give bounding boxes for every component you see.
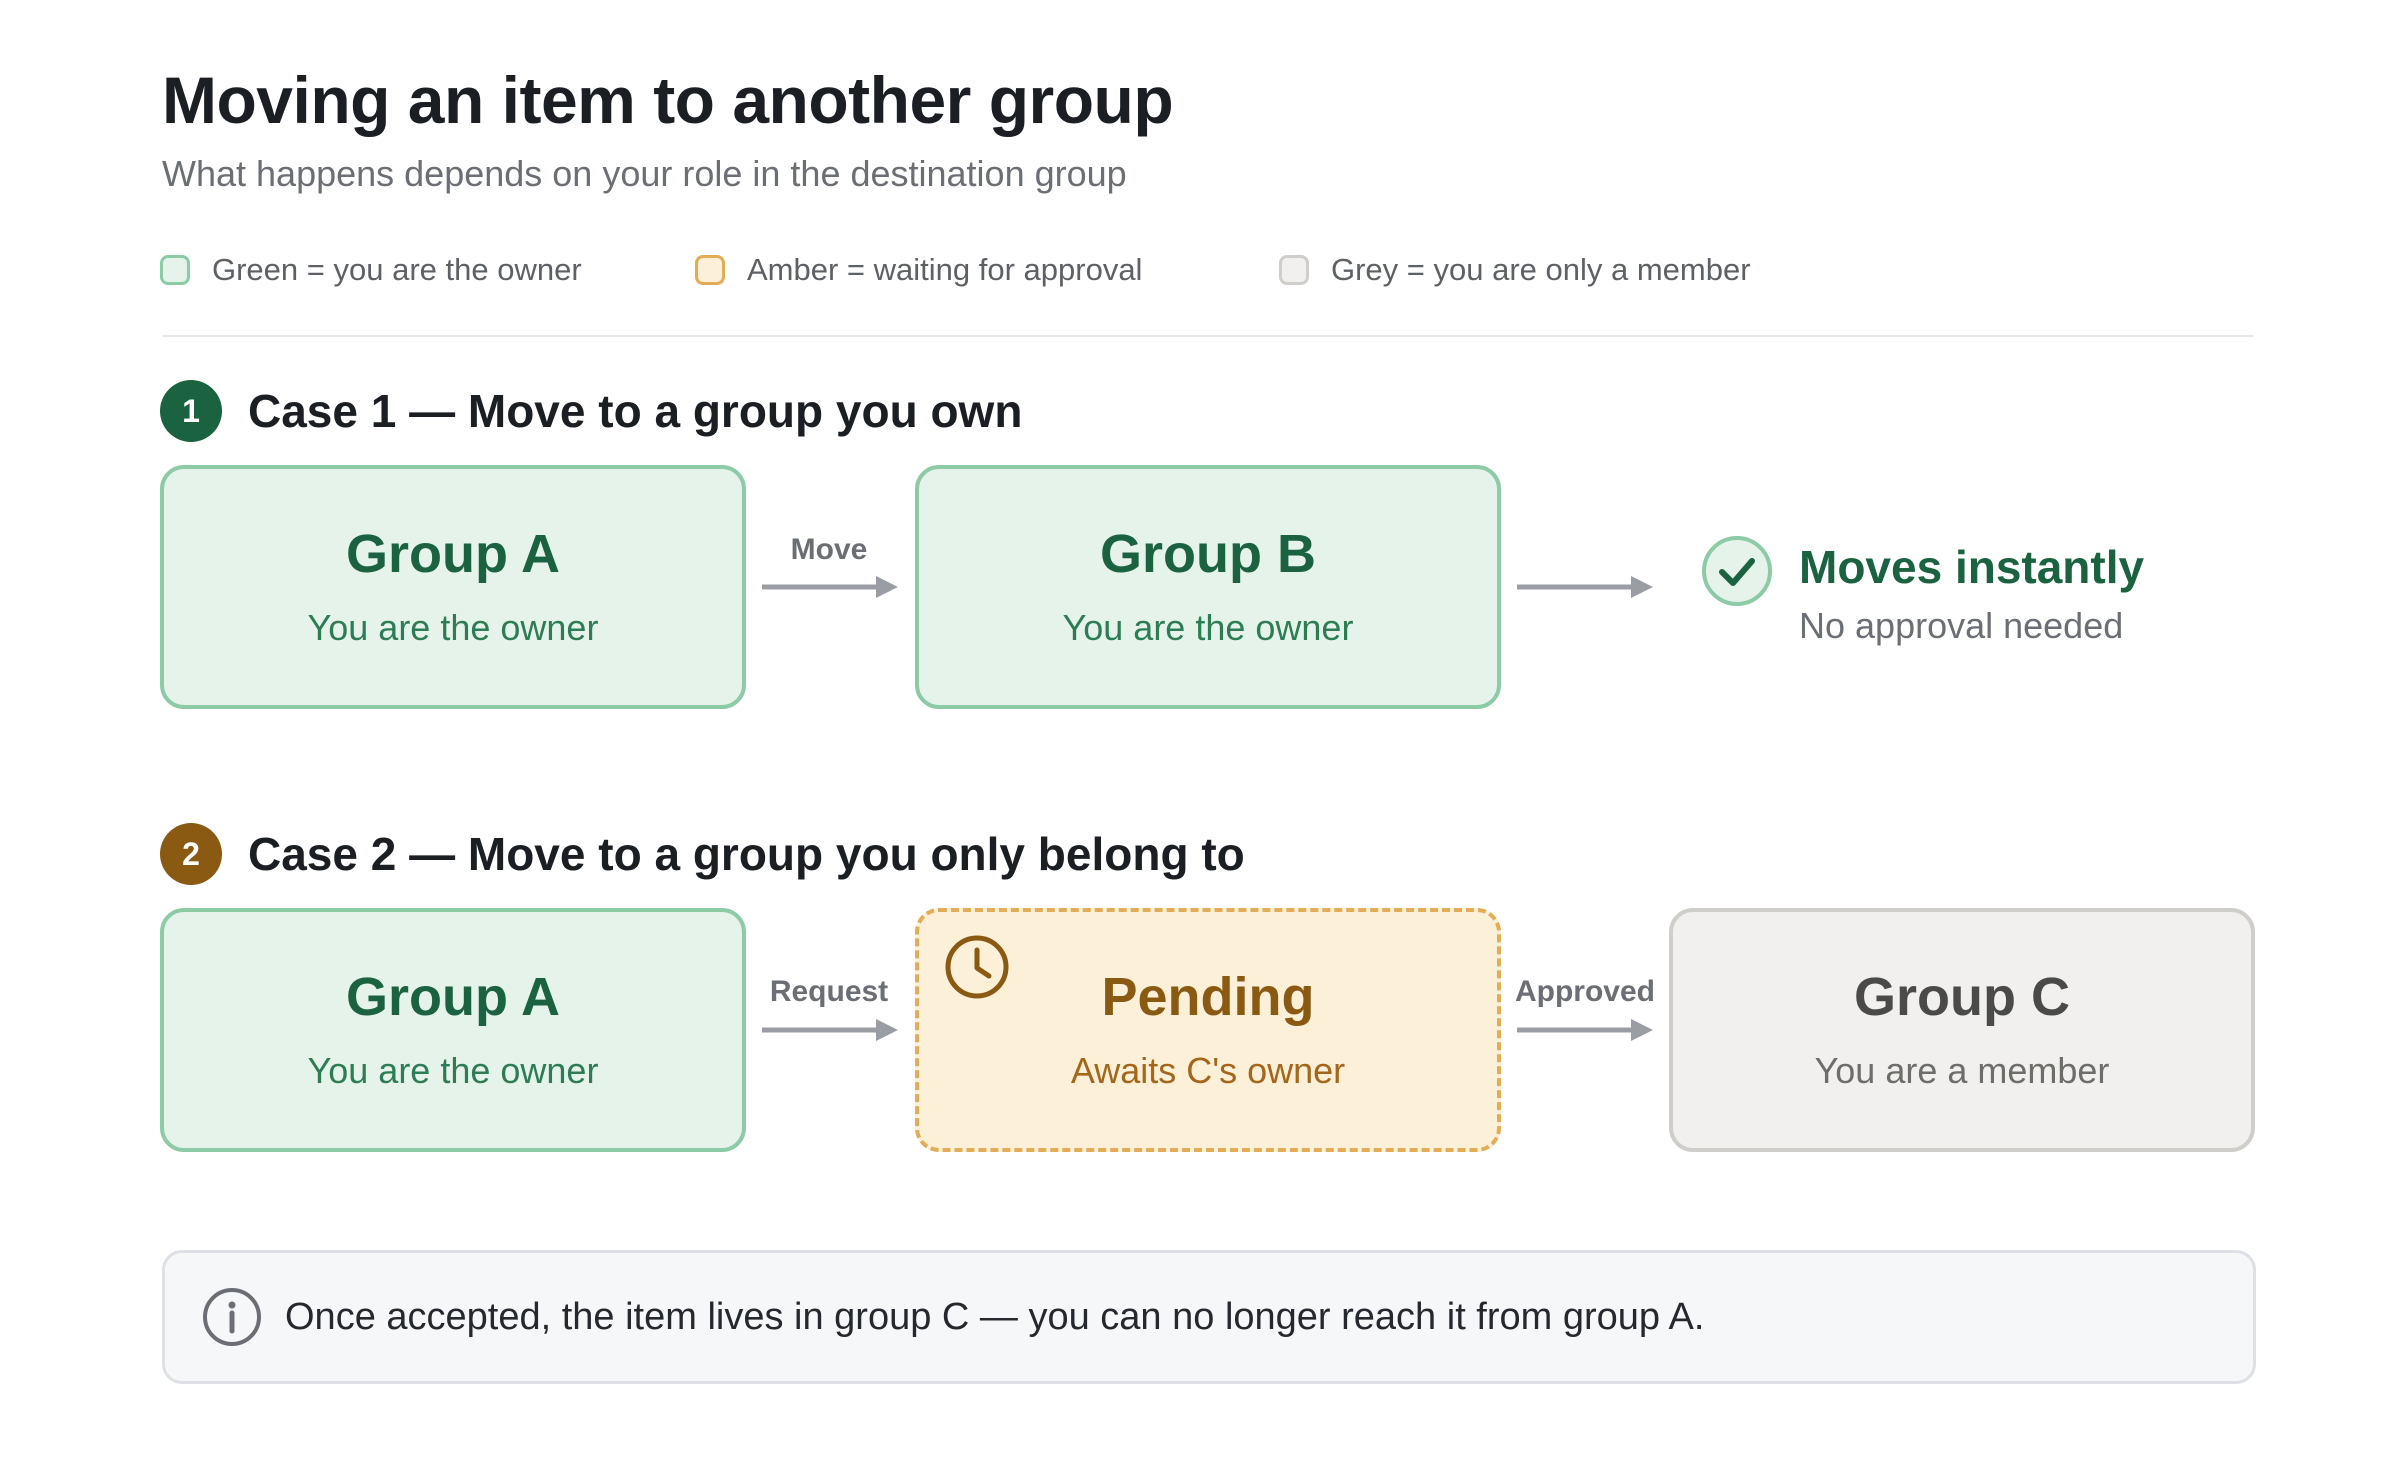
case1-number-badge: 1	[160, 380, 222, 442]
box-subtitle: You are the owner	[1062, 606, 1354, 648]
box-title: Group A	[346, 524, 560, 585]
legend-label: Amber = waiting for approval	[747, 252, 1143, 287]
legend-swatch-amber	[695, 255, 725, 285]
case2-request-label: Request	[769, 975, 889, 1008]
legend-item-approval: Amber = waiting for approval	[695, 248, 1142, 292]
box-subtitle: You are the owner	[307, 1049, 599, 1091]
clock-icon	[943, 933, 1011, 1006]
box-subtitle: You are the owner	[307, 606, 599, 648]
case1-title: Case 1 — Move to a group you own	[248, 385, 1023, 437]
check-circle-icon	[1700, 534, 1774, 613]
box-subtitle: You are a member	[1814, 1049, 2110, 1091]
case2-number-badge: 2	[160, 823, 222, 885]
legend-item-member: Grey = you are only a member	[1279, 248, 1751, 292]
case1-destination-box: Group B You are the owner	[915, 465, 1501, 709]
case1-source-box: Group A You are the owner	[160, 465, 746, 709]
case1-result-arrow	[1517, 572, 1653, 602]
case2-source-box: Group A You are the owner	[160, 908, 746, 1152]
case2-heading: 2 Case 2 — Move to a group you only belo…	[160, 823, 1245, 885]
legend-swatch-grey	[1279, 255, 1309, 285]
case1-arrow	[762, 572, 898, 602]
case2-destination-box: Group C You are a member	[1669, 908, 2255, 1152]
case2-approved-label: Approved	[1514, 975, 1655, 1008]
box-subtitle: Awaits C's owner	[1070, 1049, 1346, 1091]
legend-item-owner: Green = you are the owner	[160, 248, 582, 292]
case2-request-arrow	[762, 1015, 898, 1045]
legend-label: Grey = you are only a member	[1331, 252, 1751, 287]
info-icon	[201, 1286, 263, 1348]
divider	[162, 335, 2254, 337]
box-title: Group A	[346, 967, 560, 1028]
info-note: Once accepted, the item lives in group C…	[162, 1250, 2256, 1384]
case2-title: Case 2 — Move to a group you only belong…	[248, 828, 1245, 880]
box-title: Group C	[1854, 967, 2070, 1028]
page-title: Moving an item to another group	[162, 63, 1174, 137]
page-subtitle: What happens depends on your role in the…	[162, 153, 1127, 194]
box-title: Group B	[1100, 524, 1316, 585]
case1-result-title: Moves instantly	[1799, 541, 2145, 593]
legend-label: Green = you are the owner	[212, 252, 582, 287]
case1-result-subtitle: No approval needed	[1799, 605, 2124, 646]
box-title: Pending	[1101, 967, 1315, 1028]
legend-swatch-green	[160, 255, 190, 285]
case1-heading: 1 Case 1 — Move to a group you own	[160, 380, 1022, 442]
info-note-text: Once accepted, the item lives in group C…	[285, 1295, 1705, 1338]
case1-arrow-label: Move	[790, 533, 868, 566]
case2-approved-arrow	[1517, 1015, 1653, 1045]
